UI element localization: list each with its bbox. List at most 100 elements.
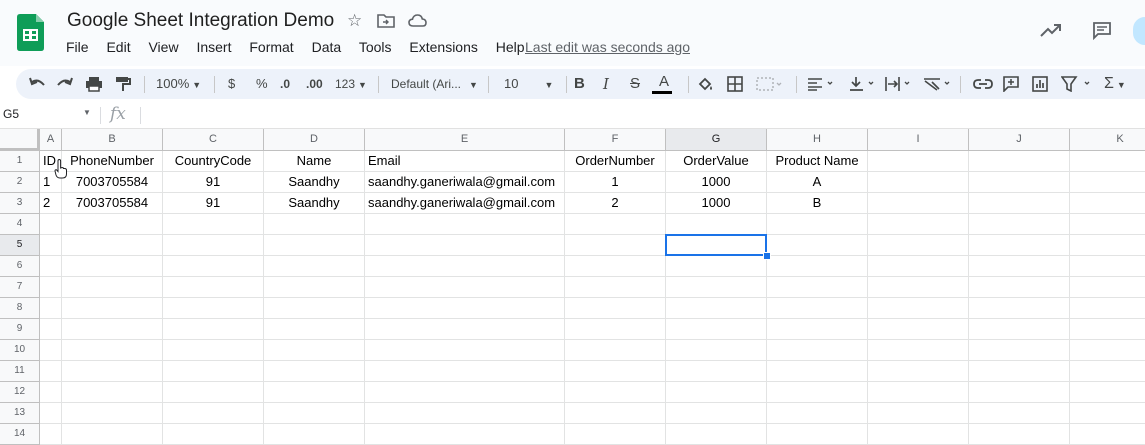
- cell-f13[interactable]: [565, 403, 666, 424]
- cell-a6[interactable]: [40, 256, 62, 277]
- cell-c13[interactable]: [163, 403, 264, 424]
- cell-g8[interactable]: [666, 298, 767, 319]
- row-header-7[interactable]: 7: [0, 277, 40, 298]
- cell-i14[interactable]: [868, 424, 969, 445]
- cell-i7[interactable]: [868, 277, 969, 298]
- text-color-button[interactable]: A: [652, 69, 672, 99]
- cell-e6[interactable]: [365, 256, 565, 277]
- horizontal-align-icon[interactable]: [807, 77, 835, 91]
- cell-f7[interactable]: [565, 277, 666, 298]
- cell-k13[interactable]: [1070, 403, 1145, 424]
- decrease-decimal-button[interactable]: .0: [280, 69, 290, 99]
- cell-c11[interactable]: [163, 361, 264, 382]
- cell-i10[interactable]: [868, 340, 969, 361]
- increase-decimal-button[interactable]: .00: [306, 69, 323, 99]
- cell-k6[interactable]: [1070, 256, 1145, 277]
- row-header-13[interactable]: 13: [0, 403, 40, 424]
- cell-h5[interactable]: [767, 235, 868, 256]
- cell-f11[interactable]: [565, 361, 666, 382]
- merge-cells-icon[interactable]: [756, 76, 782, 92]
- cell-e2[interactable]: saandhy.ganeriwala@gmail.com: [365, 172, 565, 193]
- menu-data[interactable]: Data: [312, 39, 342, 55]
- font-size-select[interactable]: 10 ▼: [504, 69, 553, 99]
- filter-icon[interactable]: [1061, 76, 1093, 92]
- cell-k3[interactable]: [1070, 193, 1145, 214]
- cell-c8[interactable]: [163, 298, 264, 319]
- cell-k4[interactable]: [1070, 214, 1145, 235]
- cell-j12[interactable]: [969, 382, 1070, 403]
- insert-comment-icon[interactable]: [1003, 76, 1019, 92]
- cell-k11[interactable]: [1070, 361, 1145, 382]
- cell-b10[interactable]: [62, 340, 163, 361]
- menu-edit[interactable]: Edit: [106, 39, 130, 55]
- cell-e5[interactable]: [365, 235, 565, 256]
- cell-i11[interactable]: [868, 361, 969, 382]
- cell-d4[interactable]: [264, 214, 365, 235]
- currency-format-button[interactable]: $: [228, 69, 235, 99]
- cell-d10[interactable]: [264, 340, 365, 361]
- menu-file[interactable]: File: [66, 39, 89, 55]
- cell-c5[interactable]: [163, 235, 264, 256]
- cell-e3[interactable]: saandhy.ganeriwala@gmail.com: [365, 193, 565, 214]
- sheets-logo-icon[interactable]: [17, 14, 44, 51]
- column-header-f[interactable]: F: [565, 129, 666, 151]
- cell-k10[interactable]: [1070, 340, 1145, 361]
- cell-a10[interactable]: [40, 340, 62, 361]
- cell-e7[interactable]: [365, 277, 565, 298]
- cell-e10[interactable]: [365, 340, 565, 361]
- cell-h1[interactable]: Product Name: [767, 151, 868, 172]
- cell-d6[interactable]: [264, 256, 365, 277]
- cell-e9[interactable]: [365, 319, 565, 340]
- cell-j6[interactable]: [969, 256, 1070, 277]
- cell-c14[interactable]: [163, 424, 264, 445]
- more-formats-button[interactable]: 123 ▼: [335, 69, 367, 99]
- row-header-10[interactable]: 10: [0, 340, 40, 361]
- cell-i4[interactable]: [868, 214, 969, 235]
- cell-g3[interactable]: 1000: [666, 193, 767, 214]
- cell-b14[interactable]: [62, 424, 163, 445]
- cell-h9[interactable]: [767, 319, 868, 340]
- cell-d7[interactable]: [264, 277, 365, 298]
- cell-f4[interactable]: [565, 214, 666, 235]
- cell-a13[interactable]: [40, 403, 62, 424]
- cell-e1[interactable]: Email: [365, 151, 565, 172]
- cell-d14[interactable]: [264, 424, 365, 445]
- bold-button[interactable]: B: [574, 69, 585, 99]
- cell-h12[interactable]: [767, 382, 868, 403]
- cell-j3[interactable]: [969, 193, 1070, 214]
- cell-g13[interactable]: [666, 403, 767, 424]
- cell-b1[interactable]: PhoneNumber: [62, 151, 163, 172]
- cell-a8[interactable]: [40, 298, 62, 319]
- vertical-align-icon[interactable]: [849, 76, 877, 92]
- cell-h11[interactable]: [767, 361, 868, 382]
- select-all-corner[interactable]: [0, 129, 40, 151]
- cell-a5[interactable]: [40, 235, 62, 256]
- cell-d12[interactable]: [264, 382, 365, 403]
- insert-chart-icon[interactable]: [1032, 76, 1048, 92]
- cell-c6[interactable]: [163, 256, 264, 277]
- row-header-6[interactable]: 6: [0, 256, 40, 277]
- cell-i3[interactable]: [868, 193, 969, 214]
- star-icon[interactable]: ☆: [347, 11, 362, 31]
- column-header-d[interactable]: D: [264, 129, 365, 151]
- cell-j11[interactable]: [969, 361, 1070, 382]
- cell-c1[interactable]: CountryCode: [163, 151, 264, 172]
- cell-f8[interactable]: [565, 298, 666, 319]
- cell-j13[interactable]: [969, 403, 1070, 424]
- cell-c4[interactable]: [163, 214, 264, 235]
- cell-b12[interactable]: [62, 382, 163, 403]
- cell-b4[interactable]: [62, 214, 163, 235]
- cell-i12[interactable]: [868, 382, 969, 403]
- cell-g11[interactable]: [666, 361, 767, 382]
- cell-b3[interactable]: 7003705584: [62, 193, 163, 214]
- fill-handle[interactable]: [763, 252, 771, 260]
- column-header-e[interactable]: E: [365, 129, 565, 151]
- undo-icon[interactable]: [28, 77, 46, 91]
- menu-help[interactable]: Help: [496, 39, 525, 55]
- cell-d8[interactable]: [264, 298, 365, 319]
- menu-view[interactable]: View: [148, 39, 178, 55]
- cell-k8[interactable]: [1070, 298, 1145, 319]
- active-cell-outline[interactable]: [665, 234, 767, 256]
- cell-j10[interactable]: [969, 340, 1070, 361]
- cell-g14[interactable]: [666, 424, 767, 445]
